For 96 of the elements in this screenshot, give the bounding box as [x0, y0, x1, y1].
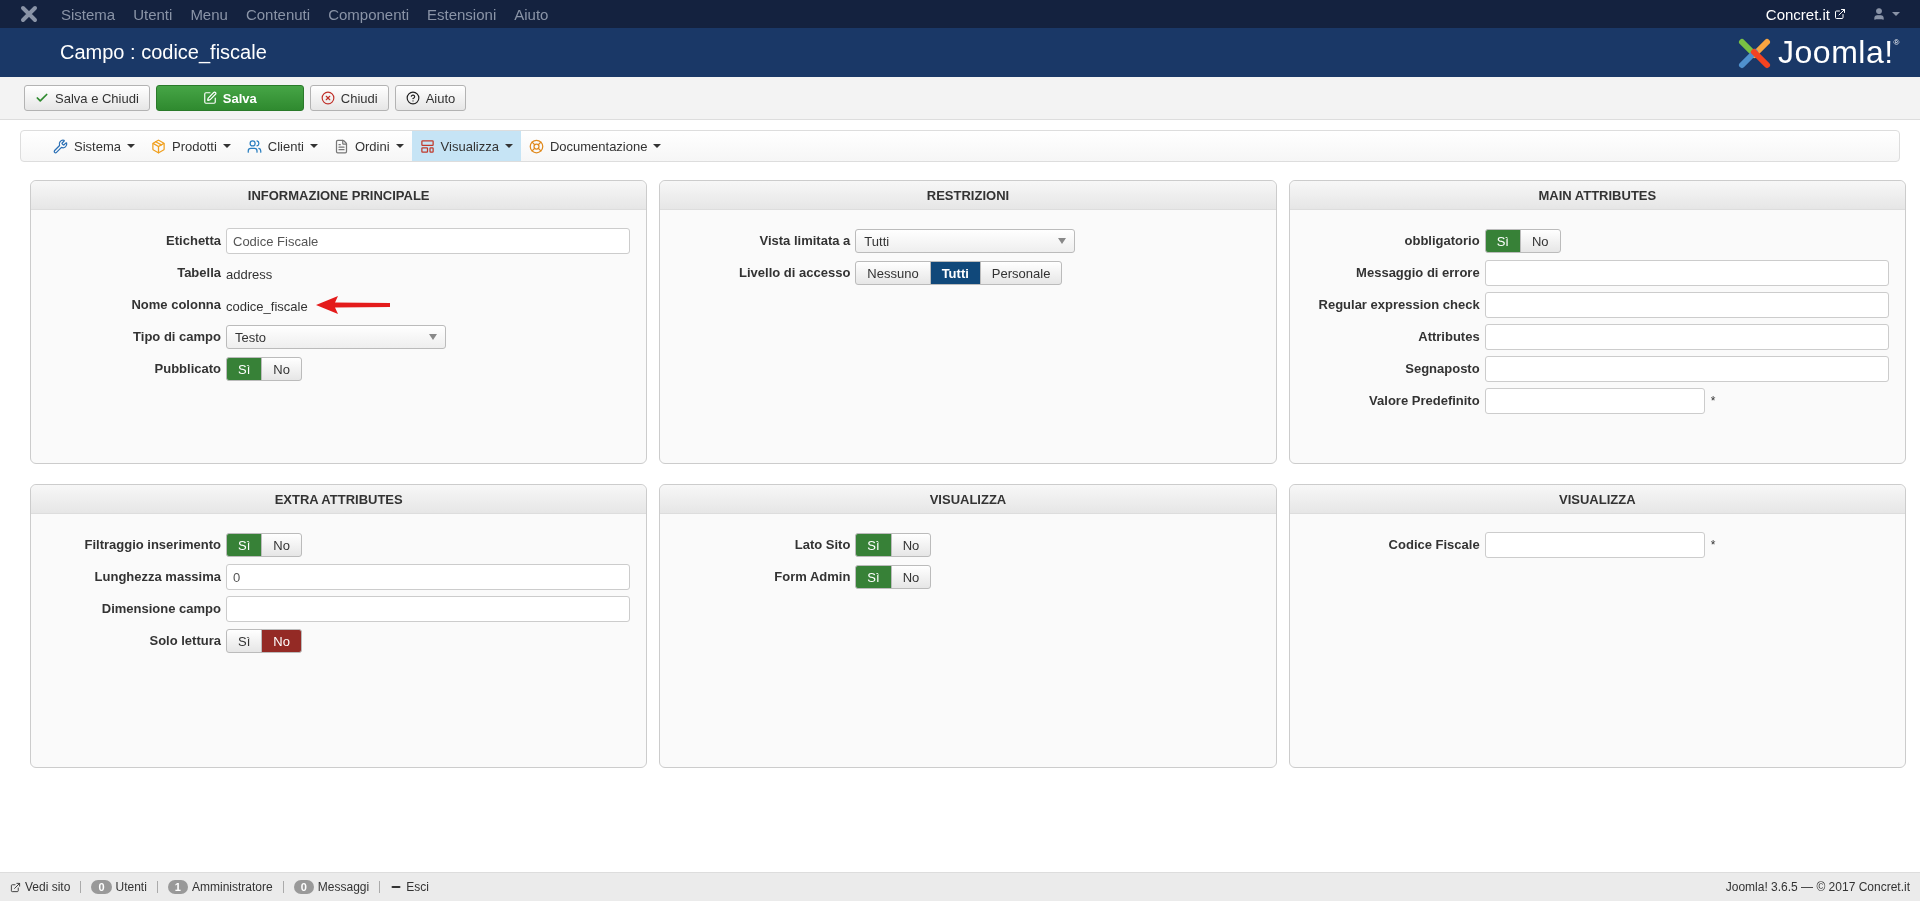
- status-link[interactable]: Esci: [390, 880, 429, 894]
- lifebuoy-icon: [528, 138, 544, 154]
- toggle-option[interactable]: Sì: [855, 533, 892, 557]
- toolbar-button[interactable]: Chiudi: [309, 85, 389, 111]
- help-icon: [405, 91, 420, 105]
- toggle-option[interactable]: Sì: [1484, 229, 1521, 253]
- field-label: Attributes: [1417, 328, 1480, 344]
- field-value: address: [226, 265, 273, 282]
- close-icon: [320, 91, 335, 105]
- submenu-item[interactable]: Prodotti: [142, 131, 239, 161]
- field-label: Valore Predefinito: [1368, 392, 1480, 408]
- panel-title: INFORMAZIONE PRINCIPALE: [31, 181, 647, 210]
- toggle-option[interactable]: No: [261, 629, 302, 653]
- wrench-icon: [53, 138, 68, 154]
- toggle-option[interactable]: No: [890, 533, 932, 557]
- status-link[interactable]: 0 Messaggi: [293, 880, 370, 894]
- toggle-option[interactable]: Personale: [979, 261, 1063, 285]
- text-field[interactable]: [226, 596, 631, 622]
- field-label: Form Admin: [773, 568, 851, 584]
- text-field[interactable]: [1484, 324, 1889, 350]
- submenu-item[interactable]: Clienti: [238, 131, 326, 161]
- field-label: Filtraggio inserimento: [83, 536, 221, 552]
- text-field[interactable]: [1484, 292, 1889, 318]
- field-label: Codice Fiscale: [1387, 536, 1480, 552]
- field-label: Pubblicato: [153, 360, 221, 376]
- field-label: Tipo di campo: [132, 328, 221, 344]
- check-icon: [35, 91, 49, 105]
- field-value: codice_fiscale: [226, 297, 308, 314]
- panel-title: MAIN ATTRIBUTES: [1289, 181, 1905, 210]
- required-mark: *: [1710, 538, 1716, 552]
- text-field[interactable]: 0: [226, 564, 631, 590]
- status-link[interactable]: 1 Amministratore: [167, 880, 273, 894]
- user-icon[interactable]: [1872, 7, 1886, 21]
- field-label: Lunghezza massima: [93, 568, 221, 584]
- field-label: Segnaposto: [1404, 360, 1480, 376]
- external-link-icon: [10, 881, 21, 893]
- version-text: Joomla! 3.6.5 — © 2017 Concret.it: [1725, 880, 1910, 894]
- field-label: Messaggio di errore: [1355, 264, 1480, 280]
- submenu-item[interactable]: Ordini: [325, 131, 412, 161]
- text-field[interactable]: [1484, 532, 1705, 558]
- status-link[interactable]: 0 Utenti: [91, 880, 147, 894]
- logo-text: Joomla!®: [1778, 34, 1900, 71]
- package-icon: [150, 138, 166, 154]
- dropdown[interactable]: Tutti: [855, 229, 1076, 253]
- joomla-icon[interactable]: [20, 5, 38, 23]
- top-menu-item[interactable]: Contenuti: [236, 5, 320, 23]
- panel-title: VISUALIZZA: [1289, 485, 1905, 514]
- field-label: Solo lettura: [148, 632, 221, 648]
- toggle-option[interactable]: Sì: [226, 533, 263, 557]
- text-field[interactable]: [1484, 388, 1705, 414]
- users-icon: [246, 138, 262, 154]
- submenu-item[interactable]: Sistema: [45, 131, 143, 161]
- status-link[interactable]: Vedi sito: [10, 880, 71, 894]
- top-menu-item[interactable]: Componenti: [319, 5, 418, 23]
- field-label: obbligatorio: [1403, 232, 1480, 248]
- text-field[interactable]: [1484, 260, 1889, 286]
- toggle-option[interactable]: Sì: [226, 629, 263, 653]
- field-label: Regular expression check: [1317, 296, 1480, 312]
- toolbar-button[interactable]: Salva: [155, 85, 304, 111]
- dropdown[interactable]: Testo: [226, 325, 446, 349]
- top-menu-item[interactable]: Menu: [181, 5, 237, 23]
- site-link[interactable]: Concret.it: [1765, 5, 1846, 23]
- required-mark: *: [1710, 394, 1716, 408]
- field-label: Dimensione campo: [100, 600, 221, 616]
- panel-title: EXTRA ATTRIBUTES: [31, 485, 647, 514]
- field-label: Livello di accesso: [738, 264, 851, 280]
- edit-icon: [202, 91, 217, 105]
- panel-title: RESTRIZIONI: [660, 181, 1276, 210]
- top-menu-item[interactable]: Aiuto: [505, 5, 558, 23]
- toggle-option[interactable]: No: [890, 565, 932, 589]
- layout-icon: [419, 138, 435, 154]
- toolbar-button[interactable]: Salva e Chiudi: [24, 85, 150, 111]
- external-link-icon: [1834, 8, 1846, 20]
- field-label: Etichetta: [165, 232, 221, 248]
- top-menu-item[interactable]: Sistema: [52, 5, 125, 23]
- toggle-option[interactable]: No: [261, 533, 302, 557]
- toggle-option[interactable]: Tutti: [929, 261, 981, 285]
- top-menu-item[interactable]: Estensioni: [418, 5, 506, 23]
- toggle-option[interactable]: Nessuno: [855, 261, 931, 285]
- field-label: Tabella: [176, 264, 221, 280]
- field-label: Nome colonna: [130, 296, 221, 312]
- submenu-item[interactable]: Documentazione: [520, 131, 670, 161]
- toggle-option[interactable]: No: [1519, 229, 1561, 253]
- document-icon: [333, 138, 349, 154]
- toolbar-button[interactable]: Aiuto: [394, 85, 467, 111]
- text-field[interactable]: Codice Fiscale: [226, 228, 631, 254]
- text-field[interactable]: [1484, 356, 1889, 382]
- top-menu-item[interactable]: Utenti: [124, 5, 182, 23]
- field-label: Vista limitata a: [758, 232, 851, 248]
- toggle-option[interactable]: Sì: [855, 565, 892, 589]
- page-title: Campo : codice_fiscale: [60, 41, 267, 64]
- toggle-option[interactable]: Sì: [226, 357, 263, 381]
- submenu-item[interactable]: Visualizza: [411, 131, 521, 161]
- field-label: Lato Sito: [793, 536, 851, 552]
- panel-title: VISUALIZZA: [660, 485, 1276, 514]
- toggle-option[interactable]: No: [261, 357, 302, 381]
